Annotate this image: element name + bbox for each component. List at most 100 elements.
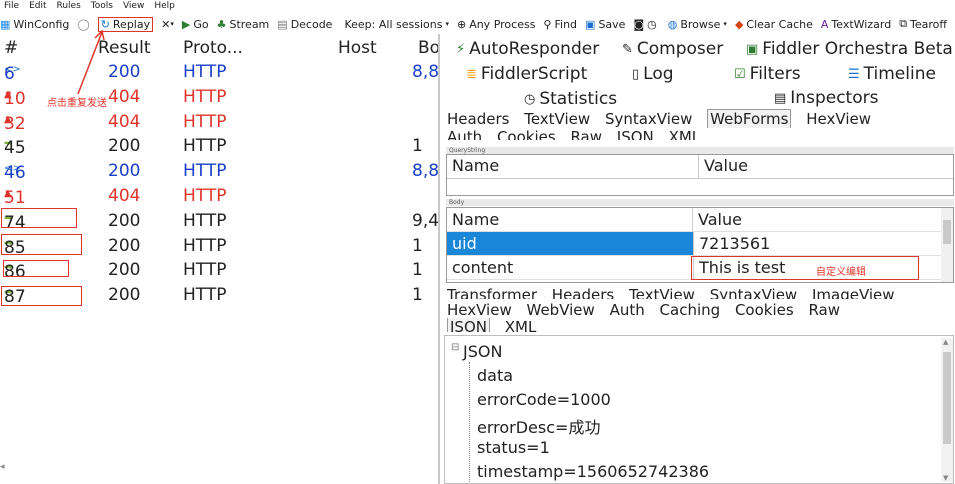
json-node-timestamp[interactable]: timestamp=1560652742386 [477, 462, 709, 481]
session-row[interactable]: ▲32404HTTPwww.ic... [0, 110, 438, 135]
req-tab-textview[interactable]: TextView [524, 110, 590, 128]
sessions-scrollbar[interactable]: ◂ [0, 462, 438, 476]
decode-icon: ▤ [277, 17, 288, 31]
play-icon: ▶ [181, 17, 191, 31]
resp-tab-caching[interactable]: Caching [660, 301, 721, 319]
session-body-size: 1 [412, 235, 423, 256]
menu-view[interactable]: View [119, 0, 150, 14]
find-button[interactable]: ⚲ Find [543, 18, 577, 31]
req-tab-raw[interactable]: Raw [570, 128, 602, 140]
tab-fiddler-orchestra[interactable]: ▣ Fiddler Orchestra Beta [746, 39, 953, 59]
session-row[interactable]: <>46200HTTPwww.c...8,8 [0, 159, 438, 184]
resp-tab-transformer[interactable]: Transformer [447, 286, 537, 299]
session-row[interactable]: ▲51404HTTPwww.c... [0, 184, 438, 209]
tab-autoresponder[interactable]: ⚡ AutoResponder [456, 39, 599, 59]
session-result: 200 [108, 136, 141, 157]
tab-filters[interactable]: ☑ Filters [734, 64, 801, 84]
session-body-size: 1 [412, 260, 423, 281]
tearoff-button[interactable]: ⧉ Tearoff [899, 17, 947, 31]
querystring-name-header[interactable]: Name [447, 155, 699, 179]
textwizard-button[interactable]: A TextWizard [821, 18, 891, 31]
json-node-errorcode[interactable]: errorCode=1000 [477, 390, 611, 409]
session-protocol: HTTP [183, 185, 227, 206]
menu-help[interactable]: Help [150, 0, 181, 14]
remove-button[interactable]: ✕ ▾ [161, 18, 174, 31]
req-tab-json[interactable]: JSON [617, 128, 654, 140]
keep-sessions-dropdown[interactable]: Keep: All sessions ▾ [344, 18, 448, 31]
column-header-number[interactable]: # [4, 38, 18, 58]
session-result: 404 [108, 86, 141, 107]
column-header-body[interactable]: Bo [418, 38, 438, 58]
resp-tab-auth[interactable]: Auth [610, 301, 645, 319]
edit-annotation: 自定义编辑 [816, 267, 866, 278]
browse-button[interactable]: ◍ Browse ▾ [668, 18, 727, 31]
session-protocol: HTTP [183, 62, 227, 82]
session-protocol: HTTP [183, 260, 227, 281]
resp-tab-json[interactable]: JSON [447, 318, 490, 332]
go-button[interactable]: ▶ Go [182, 18, 209, 31]
querystring-grid: Name Value [446, 154, 954, 196]
body-name-content[interactable]: content [447, 256, 693, 280]
tab-timeline[interactable]: ☰ Timeline [848, 64, 936, 84]
save-button[interactable]: ▣ Save [585, 18, 625, 31]
querystring-value-header[interactable]: Value [699, 155, 953, 179]
tab-inspectors[interactable]: ▤ Inspectors [774, 88, 878, 108]
binoculars-icon: ⚲ [543, 17, 552, 31]
session-result: 200 [108, 235, 141, 256]
req-tab-syntaxview[interactable]: SyntaxView [605, 110, 692, 128]
json-scrollbar[interactable]: ▲ ▼ [941, 338, 953, 482]
body-name-header[interactable]: Name [447, 208, 693, 232]
resp-tab-syntaxview[interactable]: SyntaxView [710, 286, 797, 299]
globe-icon: ◍ [667, 17, 678, 31]
menu-tools[interactable]: Tools [87, 0, 119, 14]
req-tab-webforms[interactable]: WebForms [707, 109, 792, 128]
resp-tab-xml[interactable]: XML [505, 318, 537, 332]
resp-tab-textview[interactable]: TextView [629, 286, 695, 299]
column-header-host[interactable]: Host [338, 38, 377, 58]
menu-bar: File Edit Rules Tools View Help [0, 0, 955, 14]
clear-cache-button[interactable]: ◆ Clear Cache [735, 18, 813, 31]
json-node-status[interactable]: status=1 [477, 438, 550, 457]
json-node-data[interactable]: data [477, 366, 513, 385]
tab-composer[interactable]: ✎ Composer [622, 39, 723, 59]
req-tab-cookies[interactable]: Cookies [497, 128, 556, 140]
json-root-node[interactable]: JSON [463, 342, 502, 361]
request-tabs-row1: Headers TextView SyntaxView WebForms Hex… [447, 109, 881, 128]
menu-rules[interactable]: Rules [53, 0, 87, 14]
decode-button[interactable]: ▤ Decode [277, 18, 332, 31]
resp-tab-cookies[interactable]: Cookies [735, 301, 794, 319]
menu-edit[interactable]: Edit [25, 0, 52, 14]
resp-tab-imageview[interactable]: ImageView [812, 286, 895, 299]
session-row[interactable]: <>6200HTTPwww.c...8,8 [0, 60, 438, 85]
req-tab-headers[interactable]: Headers [447, 110, 509, 128]
body-value-uid[interactable]: 7213561 [693, 232, 943, 256]
resp-tab-hexview[interactable]: HexView [447, 301, 512, 319]
timeline-icon: ☰ [848, 66, 860, 82]
session-row[interactable]: ➡45200HTTPwww.c...1 [0, 134, 438, 159]
resp-tab-raw[interactable]: Raw [808, 301, 840, 319]
stream-button[interactable]: ♣ Stream [217, 18, 270, 31]
resp-tab-webview[interactable]: WebView [527, 301, 595, 319]
json-node-errordesc[interactable]: errorDesc=成功 [477, 414, 600, 438]
req-tab-xml[interactable]: XML [669, 128, 701, 140]
highlight-box-85 [1, 234, 82, 255]
resp-tab-headers[interactable]: Headers [552, 286, 614, 299]
tab-log[interactable]: ▯ Log [632, 64, 674, 84]
composer-icon: ✎ [622, 41, 633, 57]
menu-file[interactable]: File [0, 0, 25, 14]
body-name-uid[interactable]: uid [447, 232, 693, 256]
any-process-button[interactable]: ⊕ Any Process [457, 18, 535, 31]
tab-fiddlerscript[interactable]: ≣ FiddlerScript [466, 64, 587, 84]
tab-statistics[interactable]: ◷ Statistics [524, 89, 617, 109]
req-tab-auth[interactable]: Auth [447, 128, 482, 140]
winconfig-button[interactable]: ▦ WinConfig [0, 18, 69, 31]
req-tab-hexview[interactable]: HexView [806, 110, 871, 128]
body-scrollbar[interactable] [941, 208, 953, 282]
screenshot-button[interactable]: ◙ ◷ [633, 18, 659, 31]
body-value-header[interactable]: Value [693, 208, 943, 232]
collapse-icon[interactable]: ⊟ [451, 342, 459, 353]
session-protocol: HTTP [183, 285, 227, 306]
column-header-protocol[interactable]: Proto... [183, 38, 243, 58]
checkbox-icon: ☑ [734, 66, 746, 82]
session-result: 200 [108, 161, 141, 182]
